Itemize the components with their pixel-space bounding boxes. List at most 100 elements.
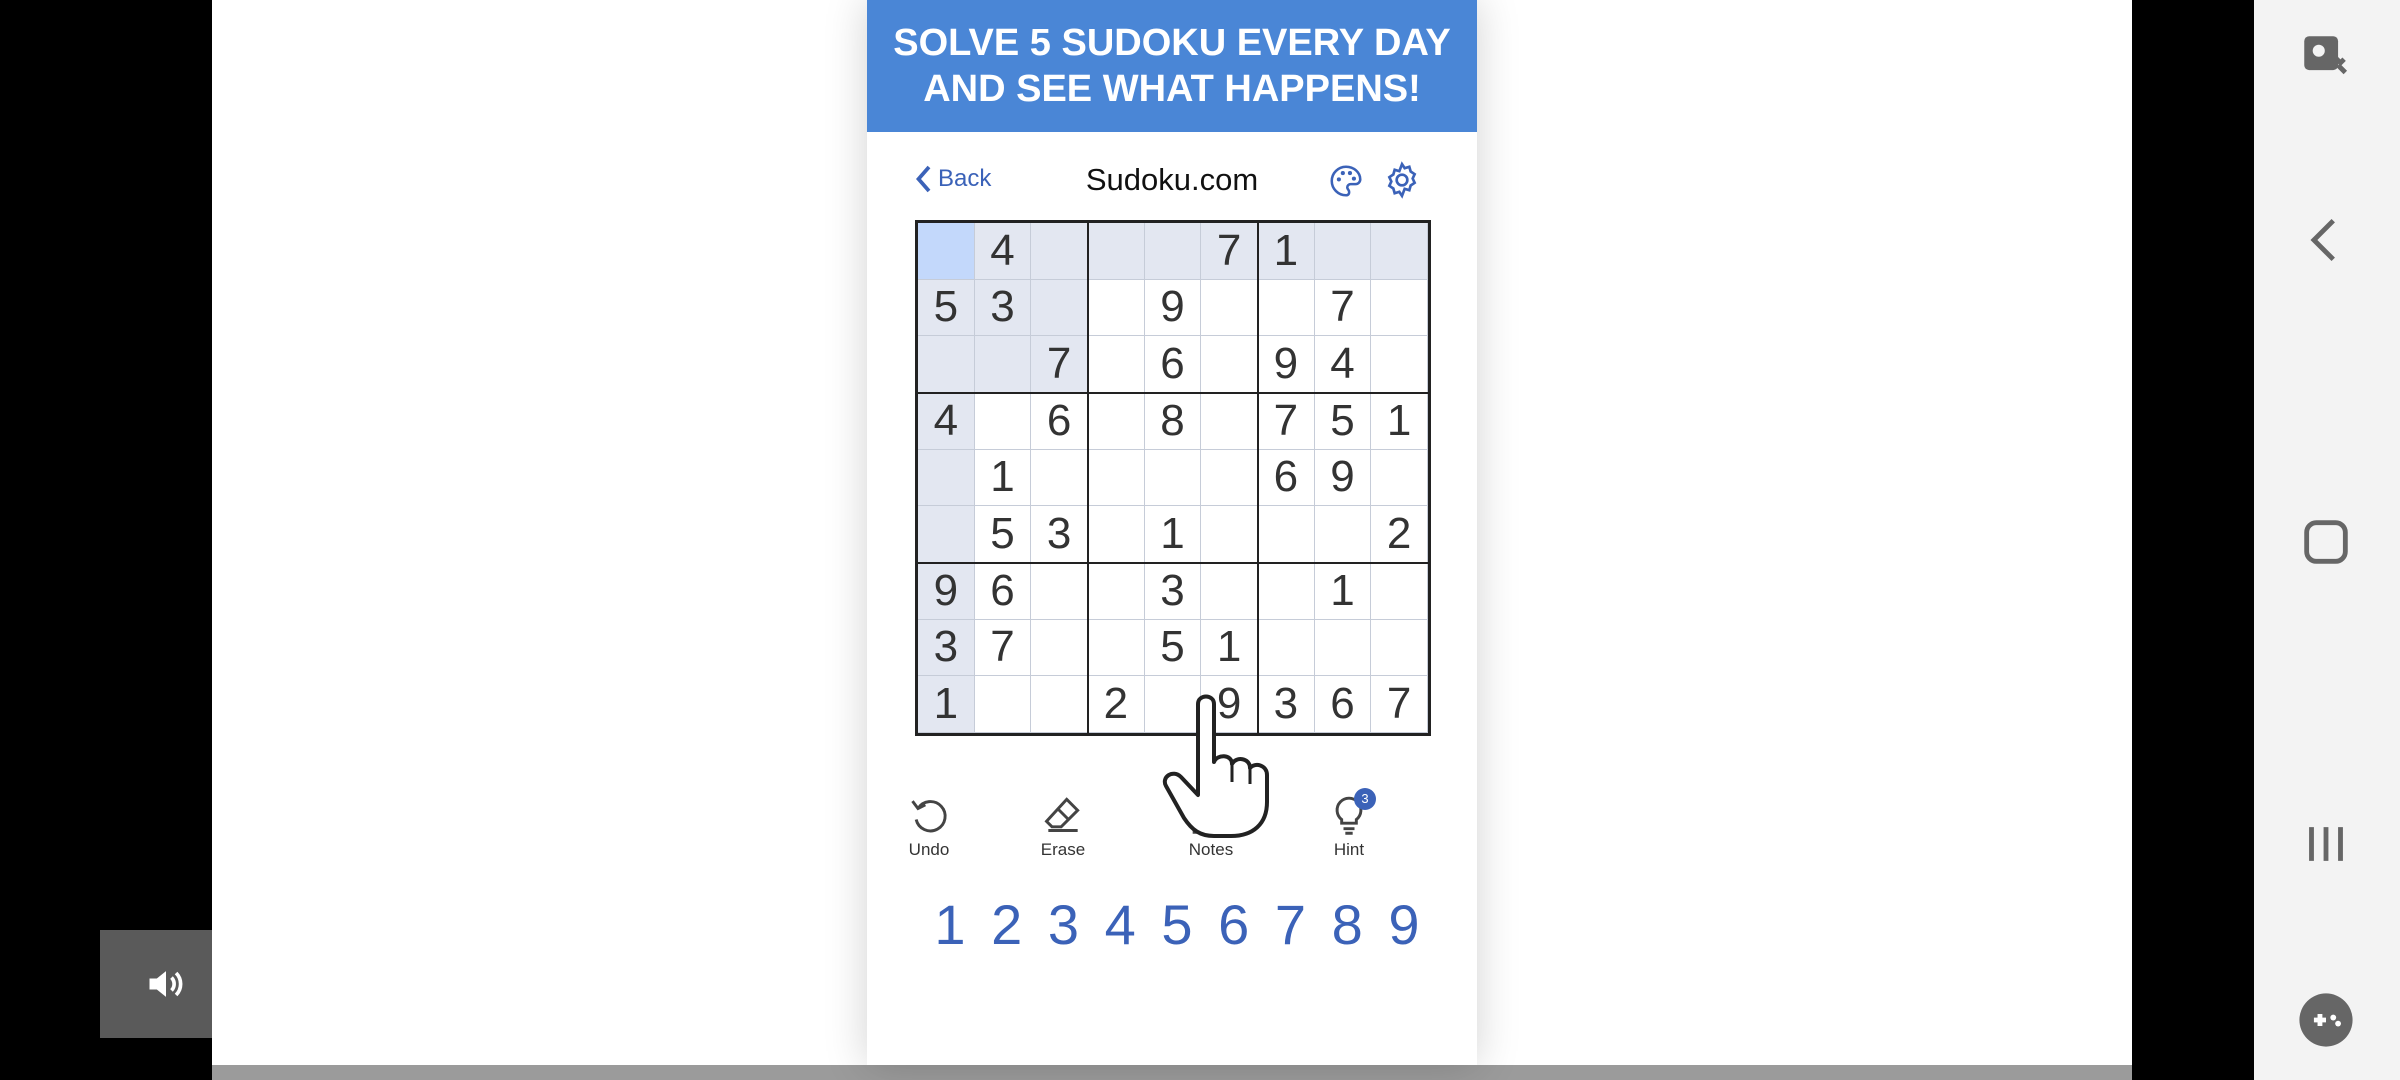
number-button-8[interactable]: 8 <box>1319 890 1375 960</box>
number-button-6[interactable]: 6 <box>1206 890 1262 960</box>
sudoku-cell-r1c9[interactable] <box>1371 223 1428 280</box>
sudoku-cell-r7c3[interactable] <box>1031 563 1088 620</box>
erase-button[interactable]: Erase <box>1013 780 1113 860</box>
sudoku-cell-r4c6[interactable] <box>1201 393 1258 450</box>
sudoku-cell-r9c8[interactable]: 6 <box>1314 676 1372 733</box>
number-button-4[interactable]: 4 <box>1092 890 1148 960</box>
sudoku-cell-r8c9[interactable] <box>1371 619 1428 677</box>
sudoku-cell-r2c7[interactable] <box>1258 279 1315 337</box>
sudoku-cell-r7c6[interactable] <box>1201 563 1258 620</box>
nav-home-button[interactable] <box>2290 506 2362 578</box>
sudoku-cell-r8c8[interactable] <box>1314 619 1372 677</box>
sudoku-cell-r6c1[interactable] <box>918 506 975 563</box>
sudoku-cell-r5c3[interactable] <box>1031 449 1088 507</box>
notes-button[interactable]: Off Notes <box>1161 780 1265 860</box>
sudoku-cell-r1c8[interactable] <box>1314 223 1372 280</box>
theme-button[interactable] <box>1327 162 1365 200</box>
sudoku-cell-r1c7[interactable]: 1 <box>1258 223 1315 280</box>
sudoku-cell-r9c2[interactable] <box>974 676 1032 733</box>
sudoku-cell-r2c5[interactable]: 9 <box>1144 279 1202 337</box>
sudoku-cell-r7c9[interactable] <box>1371 563 1428 620</box>
sudoku-cell-r6c5[interactable]: 1 <box>1144 506 1202 563</box>
sudoku-cell-r3c3[interactable]: 7 <box>1031 336 1088 393</box>
sudoku-cell-r9c1[interactable]: 1 <box>918 676 975 733</box>
sudoku-cell-r5c4[interactable] <box>1088 449 1145 507</box>
number-button-9[interactable]: 9 <box>1376 890 1432 960</box>
game-launcher-button[interactable] <box>2290 984 2362 1056</box>
touch-lock-button[interactable] <box>2290 22 2362 94</box>
sudoku-cell-r6c6[interactable] <box>1201 506 1258 563</box>
nav-back-button[interactable] <box>2290 204 2362 276</box>
sudoku-cell-r2c9[interactable] <box>1371 279 1428 337</box>
sudoku-cell-r4c3[interactable]: 6 <box>1031 393 1088 450</box>
sudoku-cell-r3c4[interactable] <box>1088 336 1145 393</box>
sudoku-cell-r4c2[interactable] <box>974 393 1032 450</box>
sudoku-cell-r6c4[interactable] <box>1088 506 1145 563</box>
number-button-1[interactable]: 1 <box>922 890 978 960</box>
sudoku-cell-r8c1[interactable]: 3 <box>918 619 975 677</box>
sudoku-cell-r1c2[interactable]: 4 <box>974 223 1032 280</box>
sudoku-cell-r2c4[interactable] <box>1088 279 1145 337</box>
sudoku-cell-r7c7[interactable] <box>1258 563 1315 620</box>
sudoku-cell-r4c4[interactable] <box>1088 393 1145 450</box>
sudoku-cell-r9c4[interactable]: 2 <box>1088 676 1145 733</box>
sudoku-cell-r8c5[interactable]: 5 <box>1144 619 1202 677</box>
sudoku-cell-r7c8[interactable]: 1 <box>1314 563 1372 620</box>
number-button-3[interactable]: 3 <box>1036 890 1092 960</box>
sudoku-cell-r2c1[interactable]: 5 <box>918 279 975 337</box>
sudoku-cell-r5c7[interactable]: 6 <box>1258 449 1315 507</box>
sudoku-cell-r7c4[interactable] <box>1088 563 1145 620</box>
sudoku-cell-r3c9[interactable] <box>1371 336 1428 393</box>
nav-recents-button[interactable] <box>2290 808 2362 880</box>
sudoku-cell-r1c5[interactable] <box>1144 223 1202 280</box>
sudoku-cell-r8c4[interactable] <box>1088 619 1145 677</box>
sudoku-cell-r8c3[interactable] <box>1031 619 1088 677</box>
sudoku-cell-r1c3[interactable] <box>1031 223 1088 280</box>
sudoku-cell-r9c7[interactable]: 3 <box>1258 676 1315 733</box>
sudoku-cell-r4c7[interactable]: 7 <box>1258 393 1315 450</box>
sudoku-cell-r8c6[interactable]: 1 <box>1201 619 1258 677</box>
sudoku-cell-r4c1[interactable]: 4 <box>918 393 975 450</box>
sudoku-cell-r5c8[interactable]: 9 <box>1314 449 1372 507</box>
sudoku-cell-r3c6[interactable] <box>1201 336 1258 393</box>
number-button-5[interactable]: 5 <box>1149 890 1205 960</box>
sudoku-cell-r7c5[interactable]: 3 <box>1144 563 1202 620</box>
undo-button[interactable]: Undo <box>879 780 979 860</box>
sudoku-cell-r3c1[interactable] <box>918 336 975 393</box>
sudoku-cell-r3c2[interactable] <box>974 336 1032 393</box>
sudoku-cell-r4c8[interactable]: 5 <box>1314 393 1372 450</box>
sudoku-cell-r6c8[interactable] <box>1314 506 1372 563</box>
sudoku-cell-r5c9[interactable] <box>1371 449 1428 507</box>
sudoku-cell-r1c1[interactable] <box>918 223 975 280</box>
sudoku-cell-r8c2[interactable]: 7 <box>974 619 1032 677</box>
sudoku-cell-r4c5[interactable]: 8 <box>1144 393 1202 450</box>
sudoku-cell-r1c6[interactable]: 7 <box>1201 223 1258 280</box>
sudoku-cell-r9c5[interactable] <box>1144 676 1202 733</box>
sudoku-cell-r6c9[interactable]: 2 <box>1371 506 1428 563</box>
sudoku-cell-r5c5[interactable] <box>1144 449 1202 507</box>
sudoku-cell-r2c2[interactable]: 3 <box>974 279 1032 337</box>
sudoku-cell-r2c8[interactable]: 7 <box>1314 279 1372 337</box>
sudoku-cell-r6c2[interactable]: 5 <box>974 506 1032 563</box>
sudoku-cell-r9c9[interactable]: 7 <box>1371 676 1428 733</box>
hint-button[interactable]: 3 Hint <box>1299 780 1399 860</box>
sudoku-cell-r5c6[interactable] <box>1201 449 1258 507</box>
sudoku-cell-r5c1[interactable] <box>918 449 975 507</box>
sudoku-cell-r6c7[interactable] <box>1258 506 1315 563</box>
sudoku-cell-r4c9[interactable]: 1 <box>1371 393 1428 450</box>
sudoku-cell-r6c3[interactable]: 3 <box>1031 506 1088 563</box>
promo-banner[interactable]: SOLVE 5 SUDOKU EVERY DAY AND SEE WHAT HA… <box>867 0 1477 132</box>
sudoku-cell-r3c5[interactable]: 6 <box>1144 336 1202 393</box>
sudoku-cell-r2c3[interactable] <box>1031 279 1088 337</box>
sudoku-cell-r7c2[interactable]: 6 <box>974 563 1032 620</box>
number-button-7[interactable]: 7 <box>1263 890 1319 960</box>
sudoku-cell-r2c6[interactable] <box>1201 279 1258 337</box>
sudoku-cell-r3c7[interactable]: 9 <box>1258 336 1315 393</box>
sudoku-cell-r9c6[interactable]: 9 <box>1201 676 1258 733</box>
sudoku-cell-r1c4[interactable] <box>1088 223 1145 280</box>
number-button-2[interactable]: 2 <box>979 890 1035 960</box>
sudoku-cell-r8c7[interactable] <box>1258 619 1315 677</box>
sudoku-cell-r5c2[interactable]: 1 <box>974 449 1032 507</box>
sudoku-cell-r7c1[interactable]: 9 <box>918 563 975 620</box>
sudoku-cell-r3c8[interactable]: 4 <box>1314 336 1372 393</box>
